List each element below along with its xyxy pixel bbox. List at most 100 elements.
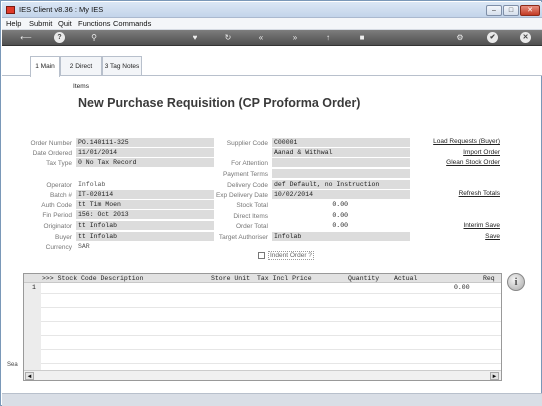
menu-commands[interactable]: Commands: [113, 19, 151, 28]
direct-items-label: Direct Items: [233, 213, 268, 220]
payment-terms-label: Payment Terms: [222, 171, 268, 178]
rewind-icon[interactable]: «: [254, 32, 268, 44]
supplier-code-label: Supplier Code: [226, 140, 268, 147]
side-cut-label: Sea: [7, 362, 18, 368]
tab-strip: 1 Main 2 Direct Items 3 Tag Notes: [2, 46, 542, 90]
target-authoriser-label: Target Authoriser: [218, 234, 268, 241]
menu-bar: Help Submit Quit Functions Commands: [2, 18, 542, 30]
page-title: New Purchase Requisition (CP Proforma Or…: [78, 96, 361, 110]
tax-type-label: Tax Type: [46, 160, 72, 167]
close-window-button[interactable]: ✕: [520, 5, 540, 16]
currency-field: SAR: [78, 243, 90, 250]
auth-code-field[interactable]: tt Tim Moen: [76, 200, 214, 209]
auth-code-label: Auth Code: [41, 202, 72, 209]
order-total-label: Order Total: [235, 223, 268, 230]
exp-delivery-date-field[interactable]: 10/02/2014: [272, 190, 410, 199]
buyer-label: Buyer: [55, 234, 72, 241]
date-ordered-field[interactable]: 11/01/2014: [76, 148, 214, 157]
column-header-req[interactable]: Req: [483, 274, 495, 283]
tab-direct-items[interactable]: 2 Direct Items: [60, 56, 102, 90]
stop-icon[interactable]: ■: [355, 32, 369, 44]
indent-order-label[interactable]: Indent Order ?: [268, 251, 314, 260]
originator-label: Originator: [43, 223, 72, 230]
search-icon[interactable]: ⚲: [87, 32, 101, 44]
import-order-link[interactable]: Import Order: [463, 149, 500, 156]
column-header-tax-incl-price[interactable]: Tax Incl Price: [257, 274, 312, 283]
scroll-right-arrow-icon[interactable]: ►: [490, 372, 499, 380]
grid-row-divider: [41, 321, 501, 322]
for-attention-field[interactable]: [272, 158, 410, 167]
scroll-left-arrow-icon[interactable]: ◄: [25, 372, 34, 380]
save-link[interactable]: Save: [485, 233, 500, 240]
exp-delivery-date-label: Exp Delivery Date: [215, 192, 268, 199]
tax-type-field[interactable]: 0 No Tax Record: [76, 158, 214, 167]
stock-total-label: Stock Total: [236, 202, 268, 209]
column-header-store-unit[interactable]: Store Unit: [211, 274, 250, 283]
app-logo-icon: [6, 6, 15, 14]
supplier-name-field: Aanad & Withwal: [272, 148, 410, 157]
currency-label: Currency: [45, 244, 72, 251]
close-form-icon[interactable]: ✕: [520, 32, 531, 43]
maximize-button[interactable]: □: [503, 5, 519, 16]
horizontal-scrollbar[interactable]: ◄ ►: [24, 370, 501, 380]
row-number: 1: [32, 284, 36, 291]
column-header-quantity[interactable]: Quantity: [348, 274, 379, 283]
info-icon[interactable]: i: [507, 273, 525, 291]
column-header-stock-code[interactable]: >>> Stock Code Description: [42, 274, 143, 283]
originator-field[interactable]: tt Infolab: [76, 221, 214, 230]
operator-label: Operator: [46, 182, 72, 189]
delivery-code-field[interactable]: def Default, no Instruction: [272, 180, 410, 189]
menu-functions[interactable]: Functions: [78, 19, 111, 28]
ok-icon[interactable]: ✔: [487, 32, 498, 43]
status-bar: [2, 393, 542, 406]
refresh-icon[interactable]: ↻: [221, 32, 235, 44]
interim-save-link[interactable]: Interim Save: [464, 222, 501, 229]
refresh-totals-link[interactable]: Refresh Totals: [459, 190, 500, 197]
grid-row-divider: [41, 335, 501, 336]
supplier-code-field[interactable]: C00001: [272, 138, 410, 147]
buyer-field[interactable]: tt Infolab: [76, 232, 214, 241]
for-attention-label: For Attention: [231, 160, 268, 167]
order-number-label: Order Number: [30, 140, 72, 147]
help-icon[interactable]: ?: [54, 32, 65, 43]
menu-help[interactable]: Help: [6, 19, 21, 28]
direct-items-field: 0.00: [332, 212, 348, 219]
title-bar: IES Client v8.36 : My IES – □ ✕: [2, 2, 542, 18]
up-arrow-icon[interactable]: ↑: [321, 32, 335, 44]
indent-order-checkbox[interactable]: [258, 252, 265, 259]
glean-stock-order-link[interactable]: Glean Stock Order: [446, 159, 500, 166]
toolbar: ⟵ ? ⚲ ♥ ↻ « » ↑ ■ ⚙ ✔ ✕: [2, 30, 542, 46]
app-window: IES Client v8.36 : My IES – □ ✕ Help Sub…: [0, 0, 542, 406]
grid-row-divider: [41, 349, 501, 350]
row-1-value-cell[interactable]: 0.00: [454, 284, 470, 291]
stock-total-field: 0.00: [332, 201, 348, 208]
payment-terms-field[interactable]: [272, 169, 410, 178]
operator-field: Infolab: [78, 181, 106, 188]
order-total-field: 0.00: [332, 222, 348, 229]
column-header-actual[interactable]: Actual: [394, 274, 417, 283]
batch-field[interactable]: IT-020114: [76, 190, 214, 199]
tab-main[interactable]: 1 Main: [30, 56, 60, 77]
date-ordered-label: Date Ordered: [32, 150, 72, 157]
grid-row-divider: [41, 307, 501, 308]
settings-icon[interactable]: ⚙: [453, 32, 467, 44]
grid-header: >>> Stock Code Description Store Unit Ta…: [24, 274, 501, 283]
grid-row-divider: [41, 293, 501, 294]
order-number-field[interactable]: PO.140111-325: [76, 138, 214, 147]
minimize-button[interactable]: –: [486, 5, 502, 16]
forward-icon[interactable]: »: [288, 32, 302, 44]
tab-divider: [2, 75, 542, 76]
order-lines-grid[interactable]: >>> Stock Code Description Store Unit Ta…: [23, 273, 502, 381]
favorite-icon[interactable]: ♥: [188, 32, 202, 44]
menu-quit[interactable]: Quit: [58, 19, 72, 28]
menu-submit[interactable]: Submit: [29, 19, 52, 28]
load-requests-link[interactable]: Load Requests (Buyer): [433, 138, 500, 145]
target-authoriser-field[interactable]: Infolab: [272, 232, 410, 241]
fin-period-field[interactable]: 156: Oct 2013: [76, 210, 214, 219]
back-key-icon[interactable]: ⟵: [16, 32, 36, 44]
fin-period-label: Fin Period: [42, 212, 72, 219]
delivery-code-label: Delivery Code: [227, 182, 268, 189]
row-gutter: [24, 283, 41, 371]
tab-tag-notes[interactable]: 3 Tag Notes: [102, 56, 142, 76]
window-title: IES Client v8.36 : My IES: [19, 5, 104, 14]
